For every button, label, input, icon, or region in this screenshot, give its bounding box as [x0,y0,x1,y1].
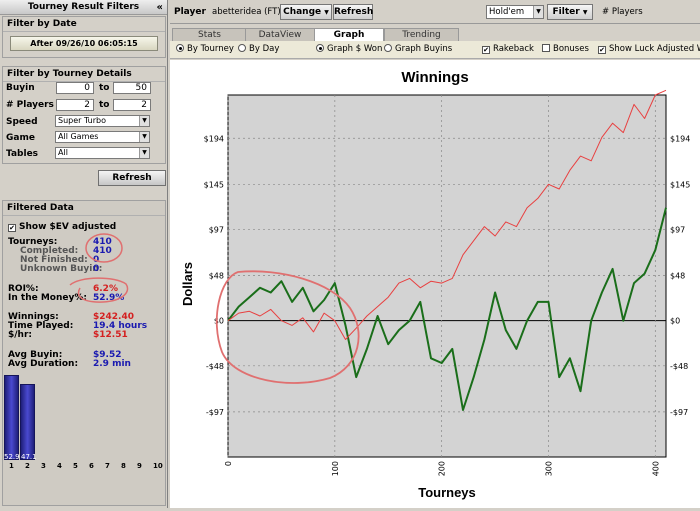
player-label: Player [174,7,206,17]
y-tick-label-right: $97 [670,225,685,234]
radio-icon[interactable] [176,44,184,52]
change-label: Change [283,7,322,17]
checkbox-icon[interactable]: ✔ [598,46,606,54]
left-annotation-layer [69,233,129,303]
show-luck-checkbox[interactable]: ✔Show Luck Adjusted Win [598,44,700,54]
y-tick-label-right: $194 [670,134,690,143]
tab-graph[interactable]: Graph [314,28,384,42]
rakeback-label: Rakeback [493,44,534,54]
filter-label: Filter [552,7,580,17]
chevron-down-icon: ▼ [582,9,588,16]
game-type-value: Hold'em [489,7,525,17]
winnings-chart: Winnings Dollars Tourneys -$97 -$97-$48 -$… [180,69,690,500]
y-tick-label-left: $48 [209,272,224,281]
player-name: abetteridea (FT) [212,7,281,17]
chart-title: Winnings [401,69,468,86]
graph-won-label: Graph $ Won [327,44,383,54]
chevron-down-icon[interactable]: ▼ [533,6,543,18]
graph-won-radio[interactable]: Graph $ Won [316,44,382,54]
filters-panel: Tourney Result Filters « Filter by Date … [0,0,168,508]
y-tick-label-left: $145 [204,180,224,189]
y-axis-label: Dollars [180,262,195,306]
filter-button[interactable]: Filter ▼ [547,4,593,20]
y-tick-label-left: $97 [209,225,224,234]
rakeback-checkbox[interactable]: ✔ Rakeback [482,44,534,54]
graph-buyins-radio[interactable]: Graph Buyins [384,44,452,54]
x-axis-label: Tourneys [418,485,476,500]
checkbox-icon[interactable] [542,44,550,52]
y-tick-label-left: $0 [214,317,224,326]
players-hint: # Players [602,7,643,17]
y-tick-label-right: -$97 [670,408,688,417]
by-day-radio[interactable]: By Day [238,44,279,54]
player-toolbar: Player abetteridea (FT) Change ▼ Refresh… [170,0,700,24]
x-tick-label: 100 [331,461,340,476]
by-tourney-label: By Tourney [187,44,234,54]
by-day-label: By Day [249,44,280,54]
tab-trending[interactable]: Trending [384,28,459,41]
radio-icon[interactable] [384,44,392,52]
graph-buyins-label: Graph Buyins [395,44,453,54]
annotation-circle-roi [69,277,129,303]
y-tick-label-right: $48 [670,272,685,281]
winnings-chart-panel: Winnings Dollars Tourneys -$97 -$97 -$48 -$… [170,60,700,508]
graph-options-bar: By Tourney By Day Graph $ Won Graph Buyi… [170,41,700,59]
bonuses-checkbox[interactable]: Bonuses [542,44,589,54]
plot-area: -$97 -$97 -$48 -$48 $0 $0 $48 $48 $97 $97 $145 $145… [204,89,690,476]
bonuses-label: Bonuses [553,44,589,54]
x-tick-label: 0 [224,461,233,466]
radio-icon[interactable] [238,44,246,52]
y-tick-label-right: $145 [670,180,690,189]
y-tick-label-right: $0 [670,317,680,326]
y-tick-label-left: -$48 [206,362,224,371]
game-type-select[interactable]: Hold'em ▼ [486,5,544,19]
show-luck-label: Show Luck Adjusted Win [609,44,700,54]
radio-icon[interactable] [316,44,324,52]
tab-stats[interactable]: Stats [172,28,247,41]
checkbox-icon[interactable]: ✔ [482,46,490,54]
x-tick-label: 300 [544,461,553,476]
x-tick-label: 200 [438,461,447,476]
y-tick-label-left: $194 [204,134,224,143]
by-tourney-radio[interactable]: By Tourney [176,44,234,54]
change-player-button[interactable]: Change ▼ [280,4,332,20]
y-tick-label-right: -$48 [670,362,688,371]
chevron-down-icon: ▼ [324,9,329,16]
annotation-circle-tourneys [85,233,123,263]
tab-dataview[interactable]: DataView [245,28,315,41]
x-tick-label: 400 [651,461,660,476]
refresh-player-button[interactable]: Refresh [333,4,373,20]
y-tick-label-left: -$97 [206,408,224,417]
